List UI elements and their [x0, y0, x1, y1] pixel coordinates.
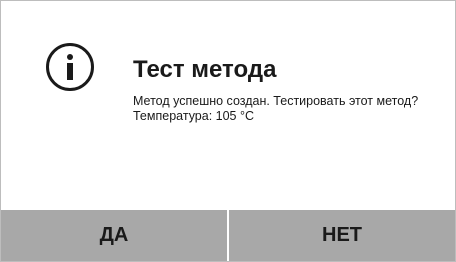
message-text: Метод успешно создан. Тестировать этот м… [133, 94, 419, 108]
dialog-button-bar: ДА НЕТ [1, 210, 455, 261]
no-button[interactable]: НЕТ [229, 210, 455, 261]
info-icon [46, 43, 94, 91]
yes-button[interactable]: ДА [1, 210, 227, 261]
dialog-title: Тест метода [133, 56, 277, 83]
temperature-text: Температура: 105 °C [133, 109, 255, 123]
test-method-dialog: Тест метода Метод успешно создан. Тестир… [0, 0, 456, 262]
dialog-message: Метод успешно создан. Тестировать этот м… [133, 94, 443, 124]
